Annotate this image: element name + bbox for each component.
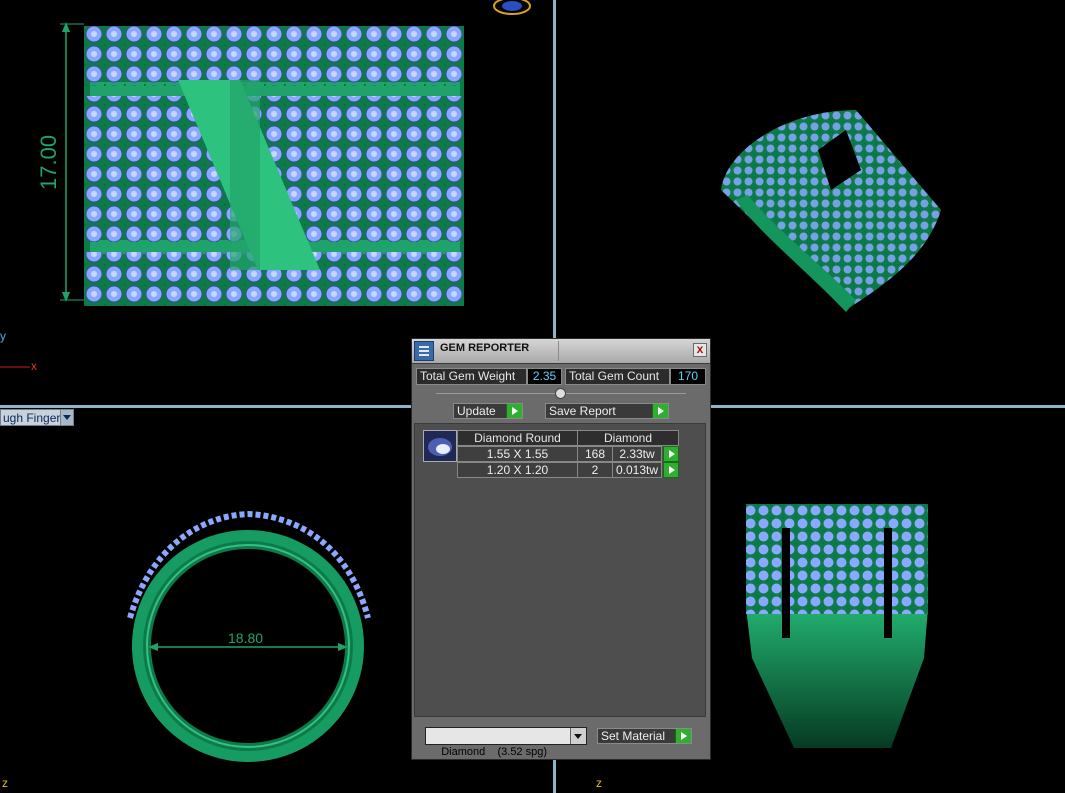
column-header-shape: Diamond Round: [457, 430, 578, 446]
row2-select-button[interactable]: [663, 462, 679, 478]
total-weight-label: Total Gem Weight: [416, 368, 527, 385]
gem-list[interactable]: Diamond Round Diamond 1.55 X 1.55 168 2.…: [414, 423, 706, 717]
row1-select-button[interactable]: [663, 446, 679, 462]
chevron-down-icon[interactable]: [60, 410, 73, 425]
axis-z-label: z: [2, 776, 8, 790]
report-icon: [414, 341, 434, 361]
total-count-label: Total Gem Count: [565, 368, 670, 385]
material-select[interactable]: Diamond (3.52 spg): [425, 727, 587, 758]
close-button[interactable]: x: [693, 343, 707, 357]
collapse-toggle-icon[interactable]: [555, 388, 566, 399]
save-report-button[interactable]: Save Report: [545, 403, 669, 419]
total-weight-value: 2.35: [527, 368, 562, 385]
row1-weight: 2.33tw: [612, 446, 662, 462]
play-icon: [652, 404, 668, 418]
gem-reporter-titlebar[interactable]: GEM REPORTER x: [412, 339, 710, 364]
finger-dropdown-value: ugh Finger: [3, 411, 61, 425]
update-button[interactable]: Update: [453, 403, 523, 419]
chevron-down-icon[interactable]: [570, 728, 586, 744]
set-material-label: Set Material: [601, 729, 666, 743]
axis-x-label: x: [31, 359, 37, 373]
gem-reporter-title: GEM REPORTER: [440, 342, 530, 354]
row2-weight: 0.013tw: [612, 462, 662, 478]
gem-reporter-panel: GEM REPORTER x Total Gem Weight 2.35 Tot…: [411, 338, 711, 760]
update-label: Update: [457, 404, 496, 418]
axis-z-label-side: z: [596, 776, 602, 790]
play-icon: [506, 404, 522, 418]
finger-size-dropdown[interactable]: ugh Finger: [0, 409, 74, 426]
row1-size: 1.55 X 1.55: [457, 446, 578, 462]
save-report-label: Save Report: [549, 404, 616, 418]
total-count-value: 170: [670, 368, 706, 385]
height-dimension: 17.00: [36, 134, 61, 190]
diamond-round-icon[interactable]: [423, 430, 457, 462]
column-header-material: Diamond: [577, 430, 679, 446]
play-icon: [675, 729, 691, 743]
diameter-dimension: 18.80: [228, 630, 264, 646]
row1-count: 168: [577, 446, 613, 462]
axis-y-label: y: [0, 329, 6, 343]
row2-count: 2: [577, 462, 613, 478]
material-select-value: Diamond (3.52 spg): [441, 746, 548, 758]
row2-size: 1.20 X 1.20: [457, 462, 578, 478]
set-material-button[interactable]: Set Material: [597, 728, 692, 744]
